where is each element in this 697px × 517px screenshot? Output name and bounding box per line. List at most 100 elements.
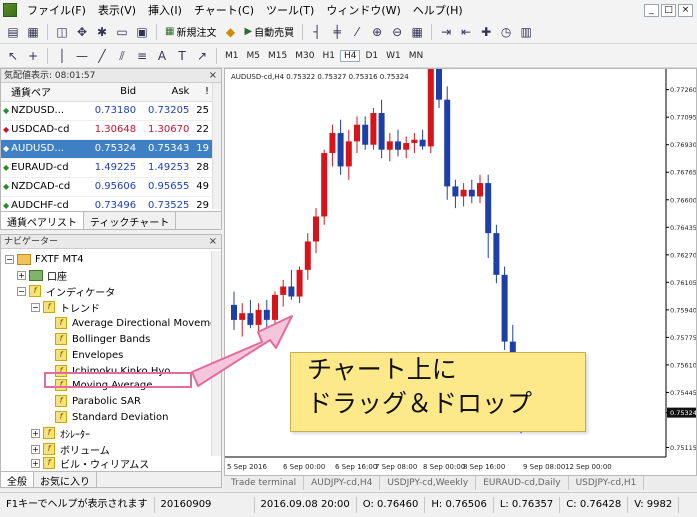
market-watch-icon[interactable]: ◫: [53, 23, 71, 41]
collapse-icon[interactable]: −: [17, 286, 26, 296]
close-icon[interactable]: ×: [209, 235, 217, 249]
periods-icon[interactable]: ◷: [497, 23, 515, 41]
timeframe-m30[interactable]: M30: [292, 51, 317, 61]
bid-cell: 0.75324: [86, 139, 141, 159]
col-ask[interactable]: Ask: [140, 83, 194, 102]
market-watch-row[interactable]: ◆ EURAUD-cd 1.49225 1.49253 28: [1, 158, 213, 178]
zoom-in-icon[interactable]: ⊕: [368, 23, 386, 41]
collapse-icon[interactable]: −: [31, 302, 40, 312]
restore-button[interactable]: □: [661, 3, 676, 17]
indicators-icon[interactable]: ✚: [477, 23, 495, 41]
close-icon[interactable]: ×: [209, 69, 217, 83]
navigator-scrollbar[interactable]: [211, 251, 221, 456]
tree-indicator-item[interactable]: f Standard Deviation: [55, 409, 169, 425]
tree-bill-williams[interactable]: + f ビル・ウィリアムス: [31, 455, 149, 471]
toolbar-separator: [431, 23, 433, 40]
cursor-icon[interactable]: ↖: [4, 47, 22, 65]
new-chart-icon[interactable]: ▤: [4, 23, 22, 41]
strategy-tester-icon[interactable]: ▣: [133, 23, 151, 41]
menu-view[interactable]: 表示(V): [92, 2, 142, 18]
menu-help[interactable]: ヘルプ(H): [407, 2, 469, 18]
col-extra[interactable]: !: [193, 83, 213, 102]
timeframe-h1[interactable]: H1: [319, 51, 338, 61]
tree-indicator-item[interactable]: f Envelopes: [55, 347, 123, 363]
auto-scroll-icon[interactable]: ⇥: [437, 23, 455, 41]
vertical-line-icon[interactable]: │: [53, 47, 71, 65]
templates-icon[interactable]: ▥: [517, 23, 535, 41]
menu-file[interactable]: ファイル(F): [21, 2, 92, 18]
market-watch-row[interactable]: ◆ AUDUSD... 0.75324 0.75343 19: [1, 139, 213, 159]
tab-common[interactable]: 全般: [1, 472, 34, 488]
tab-chart[interactable]: EURAUD-cd,Daily: [476, 476, 569, 490]
channel-icon[interactable]: ⫽: [113, 47, 131, 65]
trendline-icon[interactable]: ╱: [93, 47, 111, 65]
market-watch-scrollbar[interactable]: [212, 83, 221, 209]
arrow-icon[interactable]: ↗: [193, 47, 211, 65]
tree-indicators[interactable]: − f インディケータ: [17, 283, 115, 299]
chart-shift-icon[interactable]: ⇤: [457, 23, 475, 41]
metaeditor-icon[interactable]: ◆: [221, 23, 239, 41]
minimize-button[interactable]: _: [644, 3, 659, 17]
tree-indicator-item[interactable]: f Average Directional Moveme: [55, 315, 216, 331]
tab-favorites[interactable]: お気に入り: [34, 472, 97, 488]
crosshair-icon[interactable]: +: [24, 47, 42, 65]
timeframe-m15[interactable]: M15: [265, 51, 290, 61]
x-tick-label: 12 Sep 00:00: [565, 463, 612, 471]
market-watch-row[interactable]: ◆ USDCAD-cd 1.30648 1.30670 22: [1, 120, 213, 140]
tree-indicator-item[interactable]: f Bollinger Bands: [55, 331, 150, 347]
expand-icon[interactable]: +: [31, 458, 40, 468]
bar-chart-icon[interactable]: ┤: [308, 23, 326, 41]
timeframe-mn[interactable]: MN: [406, 51, 427, 61]
zoom-out-icon[interactable]: ⊖: [388, 23, 406, 41]
menu-tools[interactable]: ツール(T): [260, 2, 320, 18]
col-bid[interactable]: Bid: [86, 83, 141, 102]
label-icon[interactable]: T: [173, 47, 191, 65]
col-symbol[interactable]: 通貨ペア: [1, 83, 87, 102]
tab-tick-chart[interactable]: ティックチャート: [84, 212, 177, 229]
timeframe-w1[interactable]: W1: [383, 51, 404, 61]
collapse-icon[interactable]: −: [5, 254, 14, 264]
navigator-icon[interactable]: ✱: [93, 23, 111, 41]
tree-accounts[interactable]: + 口座: [17, 267, 67, 283]
menu-window[interactable]: ウィンドウ(W): [320, 2, 406, 18]
x-tick-label: 6 Sep 16:00: [335, 463, 377, 471]
tab-chart[interactable]: AUDJPY-cd,H4: [304, 476, 381, 490]
text-icon[interactable]: A: [153, 47, 171, 65]
tab-chart[interactable]: USDJPY-cd,H1: [569, 476, 645, 490]
tree-trend[interactable]: − f トレンド: [31, 299, 100, 315]
line-chart-icon[interactable]: ⁄: [348, 23, 366, 41]
y-tick-label: 0.76105: [670, 279, 696, 287]
menu-chart[interactable]: チャート(C): [188, 2, 260, 18]
candlestick-icon[interactable]: ╪: [328, 23, 346, 41]
tree-indicator-item[interactable]: f Parabolic SAR: [55, 393, 141, 409]
expand-icon[interactable]: +: [31, 428, 40, 438]
timeframe-m1[interactable]: M1: [222, 51, 242, 61]
tree-oscillators[interactable]: + f ｵｼﾚｰﾀｰ: [31, 425, 90, 441]
tree-root[interactable]: − FXTF MT4: [5, 251, 84, 267]
market-watch-row[interactable]: ◆ NZDUSD... 0.73180 0.73205 25: [1, 101, 213, 121]
tab-trade-terminal[interactable]: Trade terminal: [224, 476, 305, 490]
timeframe-m5[interactable]: M5: [244, 51, 264, 61]
horizontal-line-icon[interactable]: —: [73, 47, 91, 65]
market-watch-row[interactable]: ◆ NZDCAD-cd 0.95606 0.95655 49: [1, 177, 213, 197]
timeframe-h4[interactable]: H4: [339, 49, 361, 62]
data-window-icon[interactable]: ✥: [73, 23, 91, 41]
profiles-icon[interactable]: ▦: [24, 23, 42, 41]
fibonacci-icon[interactable]: ≡: [133, 47, 151, 65]
close-button[interactable]: ×: [678, 3, 693, 17]
x-tick-label: 6 Sep 00:00: [283, 463, 325, 471]
toolbar-separator: [47, 23, 48, 40]
indicator-label: Average Directional Moveme: [72, 317, 217, 329]
tile-windows-icon[interactable]: ▦: [408, 23, 426, 41]
candle-bullish: [477, 183, 483, 197]
indicator-folder-icon: f: [43, 301, 55, 313]
menu-insert[interactable]: 挿入(I): [142, 2, 188, 18]
new-order-button[interactable]: ▦ 新規注文: [162, 23, 219, 41]
timeframe-d1[interactable]: D1: [362, 51, 381, 61]
auto-trading-button[interactable]: ▶ 自動売買: [241, 23, 297, 41]
tab-symbols[interactable]: 通貨ペアリスト: [1, 212, 84, 229]
tab-chart[interactable]: USDJPY-cd,Weekly: [380, 476, 477, 490]
terminal-icon[interactable]: ▭: [113, 23, 131, 41]
expand-icon[interactable]: +: [17, 270, 26, 280]
expand-icon[interactable]: +: [31, 444, 40, 454]
